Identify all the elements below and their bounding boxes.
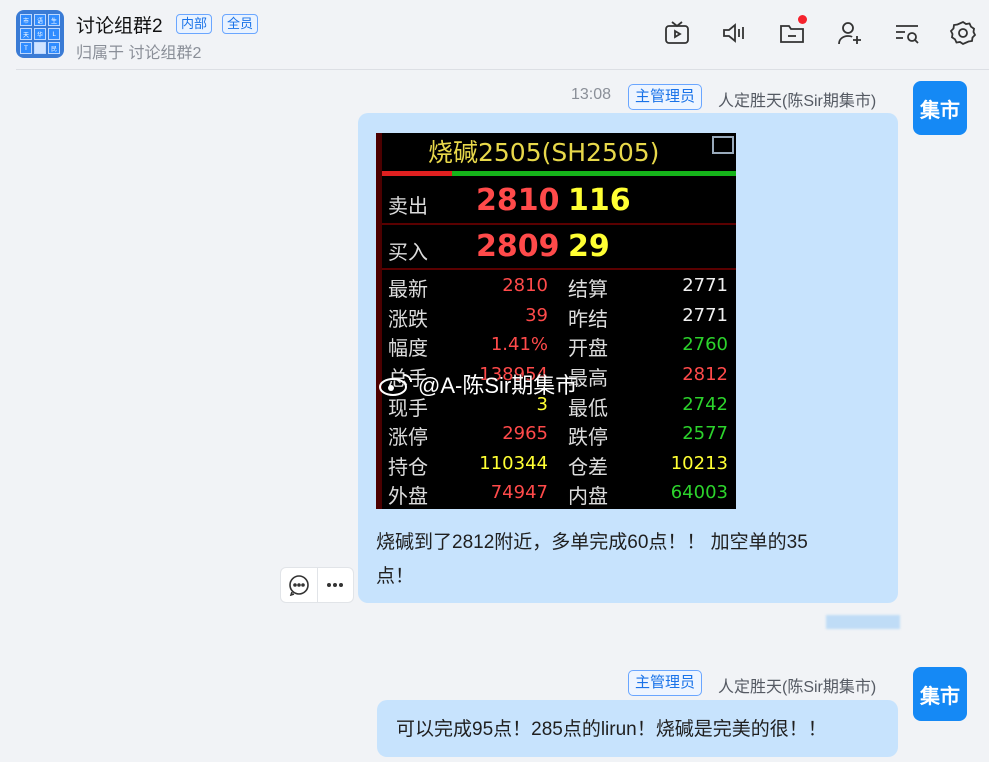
row-value: 1.41% <box>490 334 548 355</box>
row-value: 2771 <box>682 305 728 326</box>
message-actions <box>280 567 354 603</box>
quote-title: 烧碱2505(SH2505) <box>428 138 660 167</box>
avatar-cell: T <box>20 42 32 54</box>
row-label: 跌停 <box>568 425 608 449</box>
notification-dot <box>798 15 807 24</box>
row-label: 仓差 <box>568 455 608 479</box>
ratio-bar-red <box>382 171 452 176</box>
avatar-cell: L <box>48 28 60 40</box>
row-value: 110344 <box>479 453 548 474</box>
row-value: 2742 <box>682 394 728 415</box>
row-label: 涨停 <box>388 425 428 449</box>
avatar-cell: 民 <box>48 42 60 54</box>
row-value: 2810 <box>502 275 548 296</box>
row-label: 幅度 <box>388 336 428 360</box>
speaker-icon[interactable] <box>719 18 749 48</box>
add-user-icon[interactable] <box>835 18 865 48</box>
more-icon[interactable] <box>316 568 354 602</box>
row-value: 2760 <box>682 334 728 355</box>
avatar-cell: 语 <box>34 14 46 26</box>
avatar-cell-user-icon <box>34 42 46 54</box>
row-value: 2812 <box>682 364 728 385</box>
row-value: 39 <box>525 305 548 326</box>
message-time: 13:08 <box>571 86 612 103</box>
sell-label: 卖出 <box>388 194 428 218</box>
image-border <box>376 133 382 509</box>
row-label: 内盘 <box>568 484 608 508</box>
row-label: 结算 <box>568 277 608 301</box>
buy-price: 2809 <box>476 229 560 264</box>
row-value: 2577 <box>682 423 728 444</box>
chat-header: 市 语 生 天 华 L T 民 讨论组群2 内部 全员 归属于 讨论组群2 <box>0 0 989 70</box>
image-watermark: @A-陈Sir期集市 <box>378 368 577 400</box>
sender-avatar[interactable]: 集市 <box>913 667 967 721</box>
row-label: 涨跌 <box>388 307 428 331</box>
row-label: 昨结 <box>568 307 608 331</box>
message-text-line: 烧碱到了2812附近，多单完成60点！！ 加空单的35 <box>376 532 808 553</box>
row-value: 2965 <box>502 423 548 444</box>
tv-icon[interactable] <box>662 18 692 48</box>
admin-role-tag: 主管理员 <box>628 670 703 696</box>
row-value: 74947 <box>490 482 548 503</box>
read-receipt-blur <box>826 615 900 629</box>
sender-name[interactable]: 人定胜天(陈Sir期集市) <box>718 673 876 697</box>
row-label: 持仓 <box>388 455 428 479</box>
buy-label: 买入 <box>388 240 428 264</box>
internal-tag: 内部 <box>176 14 213 34</box>
group-subtitle: 归属于 讨论组群2 <box>76 45 202 62</box>
avatar-cell: 市 <box>20 14 32 26</box>
row-label: 外盘 <box>388 484 428 508</box>
row-value: 64003 <box>670 482 728 503</box>
row-label: 最新 <box>388 277 428 301</box>
sender-name[interactable]: 人定胜天(陈Sir期集市) <box>718 87 876 111</box>
row-value: 2771 <box>682 275 728 296</box>
row-label: 开盘 <box>568 336 608 360</box>
watermark-text: @A-陈Sir期集市 <box>418 373 578 398</box>
search-list-icon[interactable] <box>892 18 922 48</box>
gear-icon[interactable] <box>948 18 978 48</box>
sell-volume: 116 <box>568 183 631 218</box>
folder-minus-icon[interactable] <box>777 15 807 48</box>
stock-quote-image[interactable]: 烧碱2505(SH2505) 卖出 2810 116 买入 2809 29 最新… <box>376 133 736 509</box>
window-icon <box>712 136 734 154</box>
sender-avatar[interactable]: 集市 <box>913 81 967 135</box>
message-text-line: 点！ <box>376 566 415 587</box>
avatar-cell: 生 <box>48 14 60 26</box>
group-title[interactable]: 讨论组群2 <box>76 11 163 38</box>
avatar-cell: 天 <box>20 28 32 40</box>
divider <box>382 223 736 225</box>
avatar-cell: 华 <box>34 28 46 40</box>
buy-volume: 29 <box>568 229 610 264</box>
all-members-tag: 全员 <box>222 14 259 34</box>
row-value: 10213 <box>670 453 728 474</box>
divider <box>382 268 736 270</box>
sell-price: 2810 <box>476 183 560 218</box>
header-divider <box>16 69 989 70</box>
weibo-icon <box>379 374 412 396</box>
admin-role-tag: 主管理员 <box>628 84 703 110</box>
message-text: 可以完成95点！285点的lirun！烧碱是完美的很！！ <box>396 719 827 740</box>
reply-icon[interactable] <box>281 568 317 602</box>
group-avatar[interactable]: 市 语 生 天 华 L T 民 <box>16 10 64 58</box>
